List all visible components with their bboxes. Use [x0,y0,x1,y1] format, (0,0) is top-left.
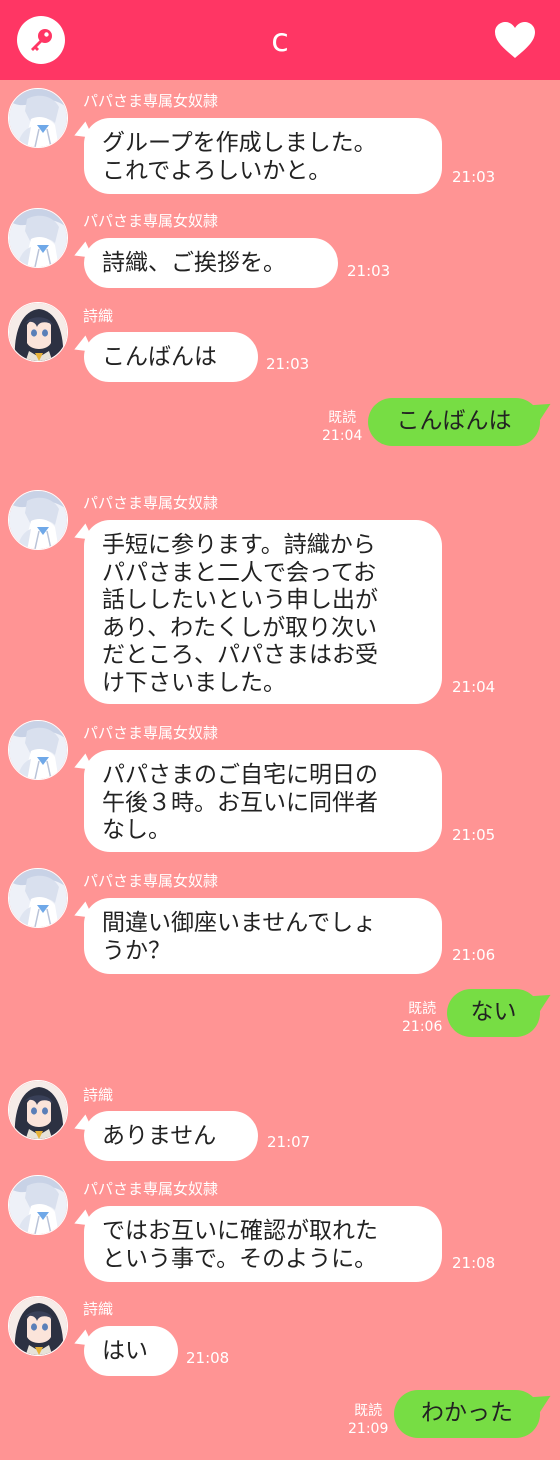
sender-name: パパさま専属女奴隷 [83,724,219,742]
avatar[interactable] [8,868,68,928]
message-bubble[interactable]: ではお互いに確認が取れた という事で。そのように。 [84,1206,442,1282]
message-bubble[interactable]: わかった [394,1390,540,1438]
message-bubble[interactable]: グループを作成しました。 これでよろしいかと。 [84,118,442,194]
message-time: 21:03 [347,262,391,280]
message-time: 21:06 [402,1018,443,1035]
sender-name: 詩織 [83,1086,114,1104]
message-bubble[interactable]: ない [447,989,540,1037]
message-time: 21:06 [452,946,496,964]
message-bubble[interactable]: こんばんは [84,332,258,382]
sender-name: パパさま専属女奴隷 [83,872,219,890]
message-time: 21:07 [267,1133,311,1151]
message-bubble[interactable]: こんばんは [368,398,540,446]
message-time: 21:04 [452,678,496,696]
avatar[interactable] [8,88,68,148]
avatar[interactable] [8,720,68,780]
message-bubble[interactable]: はい [84,1326,178,1376]
read-label: 既読 [408,1001,437,1017]
read-receipt: 既読 21:04 [322,410,362,445]
avatar[interactable] [8,208,68,268]
message-time: 21:03 [452,168,496,186]
sender-name: パパさま専属女奴隷 [83,212,219,230]
sender-name: パパさま専属女奴隷 [83,92,219,110]
message-bubble[interactable]: ありません [84,1111,258,1161]
sender-name: パパさま専属女奴隷 [83,1180,219,1198]
avatar[interactable] [8,1080,68,1140]
message-bubble[interactable]: 手短に参ります。詩織から パパさまと二人で会ってお 話ししたいという申し出が あ… [84,520,442,704]
favorite-button[interactable] [491,16,539,64]
sender-name: 詩織 [83,1300,114,1318]
avatar[interactable] [8,1296,68,1356]
message-time: 21:08 [452,1254,496,1272]
message-bubble[interactable]: 詩織、ご挨拶を。 [84,238,338,288]
message-time: 21:03 [266,355,310,373]
chat-title: c [271,21,289,59]
read-label: 既読 [354,1403,383,1419]
read-receipt: 既読 21:09 [348,1403,388,1438]
avatar[interactable] [8,490,68,550]
message-time: 21:05 [452,826,496,844]
avatar[interactable] [8,302,68,362]
message-bubble[interactable]: 間違い御座いませんでしょ うか？ [84,898,442,974]
heart-icon [495,22,535,58]
message-bubble[interactable]: パパさまのご自宅に明日の 午後３時。お互いに同伴者 なし。 [84,750,442,852]
avatar[interactable] [8,1175,68,1235]
read-label: 既読 [328,410,357,426]
chat-header: c [0,0,560,80]
sender-name: パパさま専属女奴隷 [83,494,219,512]
message-time: 21:09 [348,1420,389,1437]
message-time: 21:08 [186,1349,230,1367]
sender-name: 詩織 [83,307,114,325]
message-time: 21:04 [322,427,363,444]
read-receipt: 既読 21:06 [402,1001,442,1036]
